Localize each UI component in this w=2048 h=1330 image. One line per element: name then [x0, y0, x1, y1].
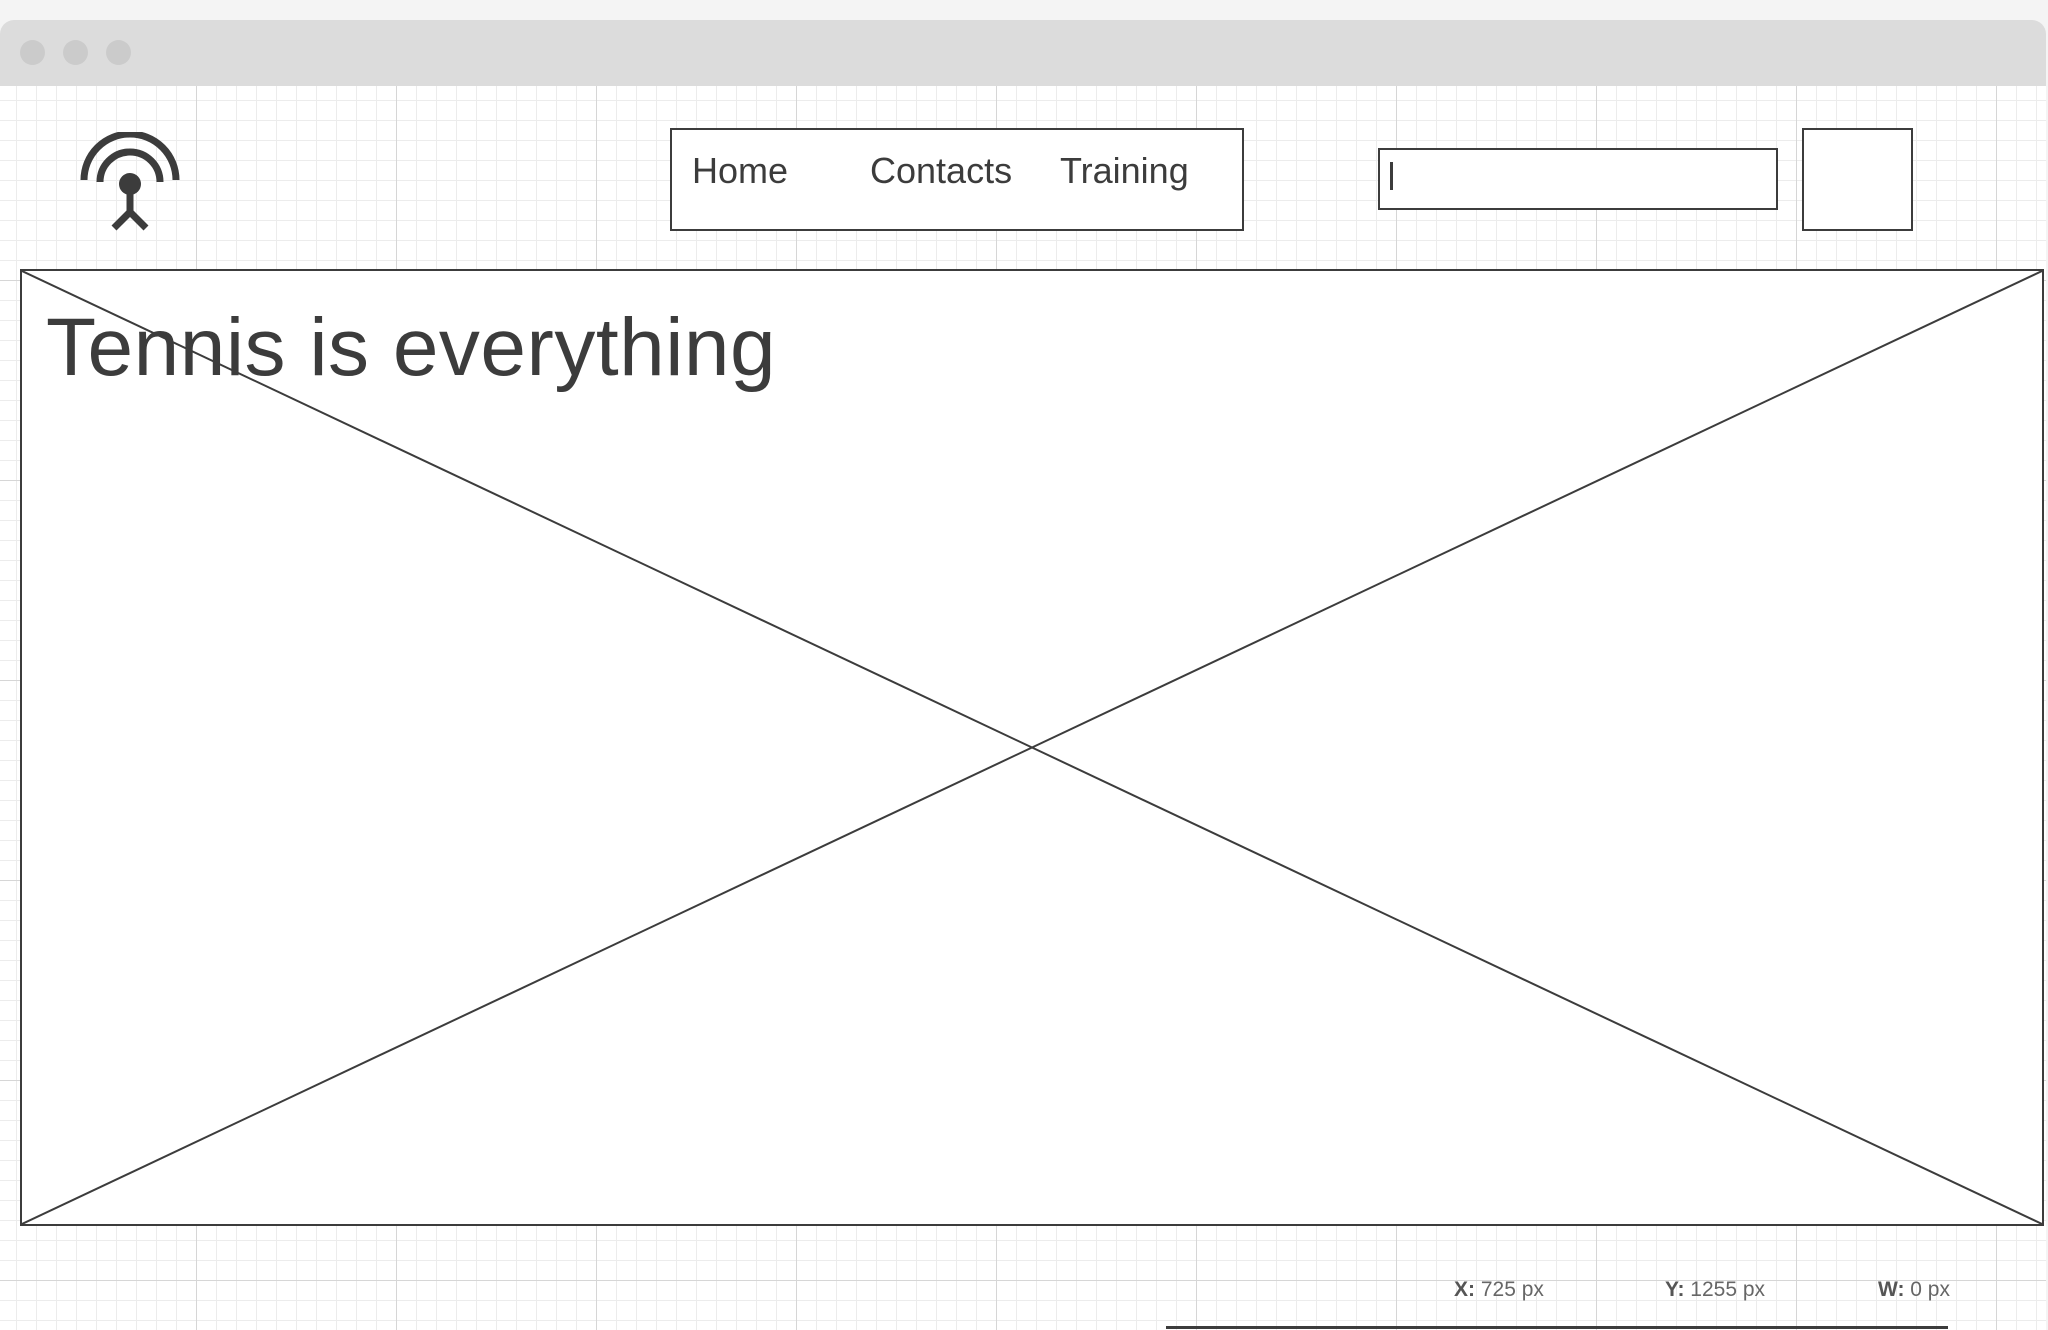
nav-item-contacts[interactable]: Contacts [870, 150, 1012, 192]
y-label: Y: [1665, 1278, 1685, 1301]
search-button[interactable] [1802, 128, 1913, 231]
text-caret [1390, 162, 1393, 190]
hero-image: Tennis is everything [20, 269, 2044, 1226]
x-coordinate: X: 725 px [1454, 1278, 1544, 1302]
width-readout: W: 0 px [1878, 1278, 1950, 1302]
search-input[interactable] [1378, 148, 1778, 210]
x-label: X: [1454, 1278, 1475, 1301]
wireframe-canvas: Home Contacts Training Tennis is everyth… [0, 86, 2046, 1330]
broadcast-antenna-icon [80, 132, 180, 231]
y-coordinate: Y: 1255 px [1665, 1278, 1765, 1302]
hero-title: Tennis is everything [46, 302, 777, 393]
maximize-dot[interactable] [106, 40, 131, 65]
minimize-dot[interactable] [63, 40, 88, 65]
close-dot[interactable] [20, 40, 45, 65]
window-titlebar [0, 20, 2046, 86]
w-value: 0 px [1910, 1278, 1950, 1301]
nav-item-home[interactable]: Home [692, 150, 788, 192]
selected-element-edge[interactable] [1166, 1326, 1948, 1329]
nav-item-training[interactable]: Training [1060, 150, 1189, 192]
browser-window: Home Contacts Training Tennis is everyth… [0, 20, 2046, 1330]
x-value: 725 px [1480, 1278, 1544, 1301]
main-nav: Home Contacts Training [670, 128, 1244, 231]
w-label: W: [1878, 1278, 1905, 1301]
y-value: 1255 px [1690, 1278, 1766, 1301]
image-placeholder [22, 271, 2042, 1224]
